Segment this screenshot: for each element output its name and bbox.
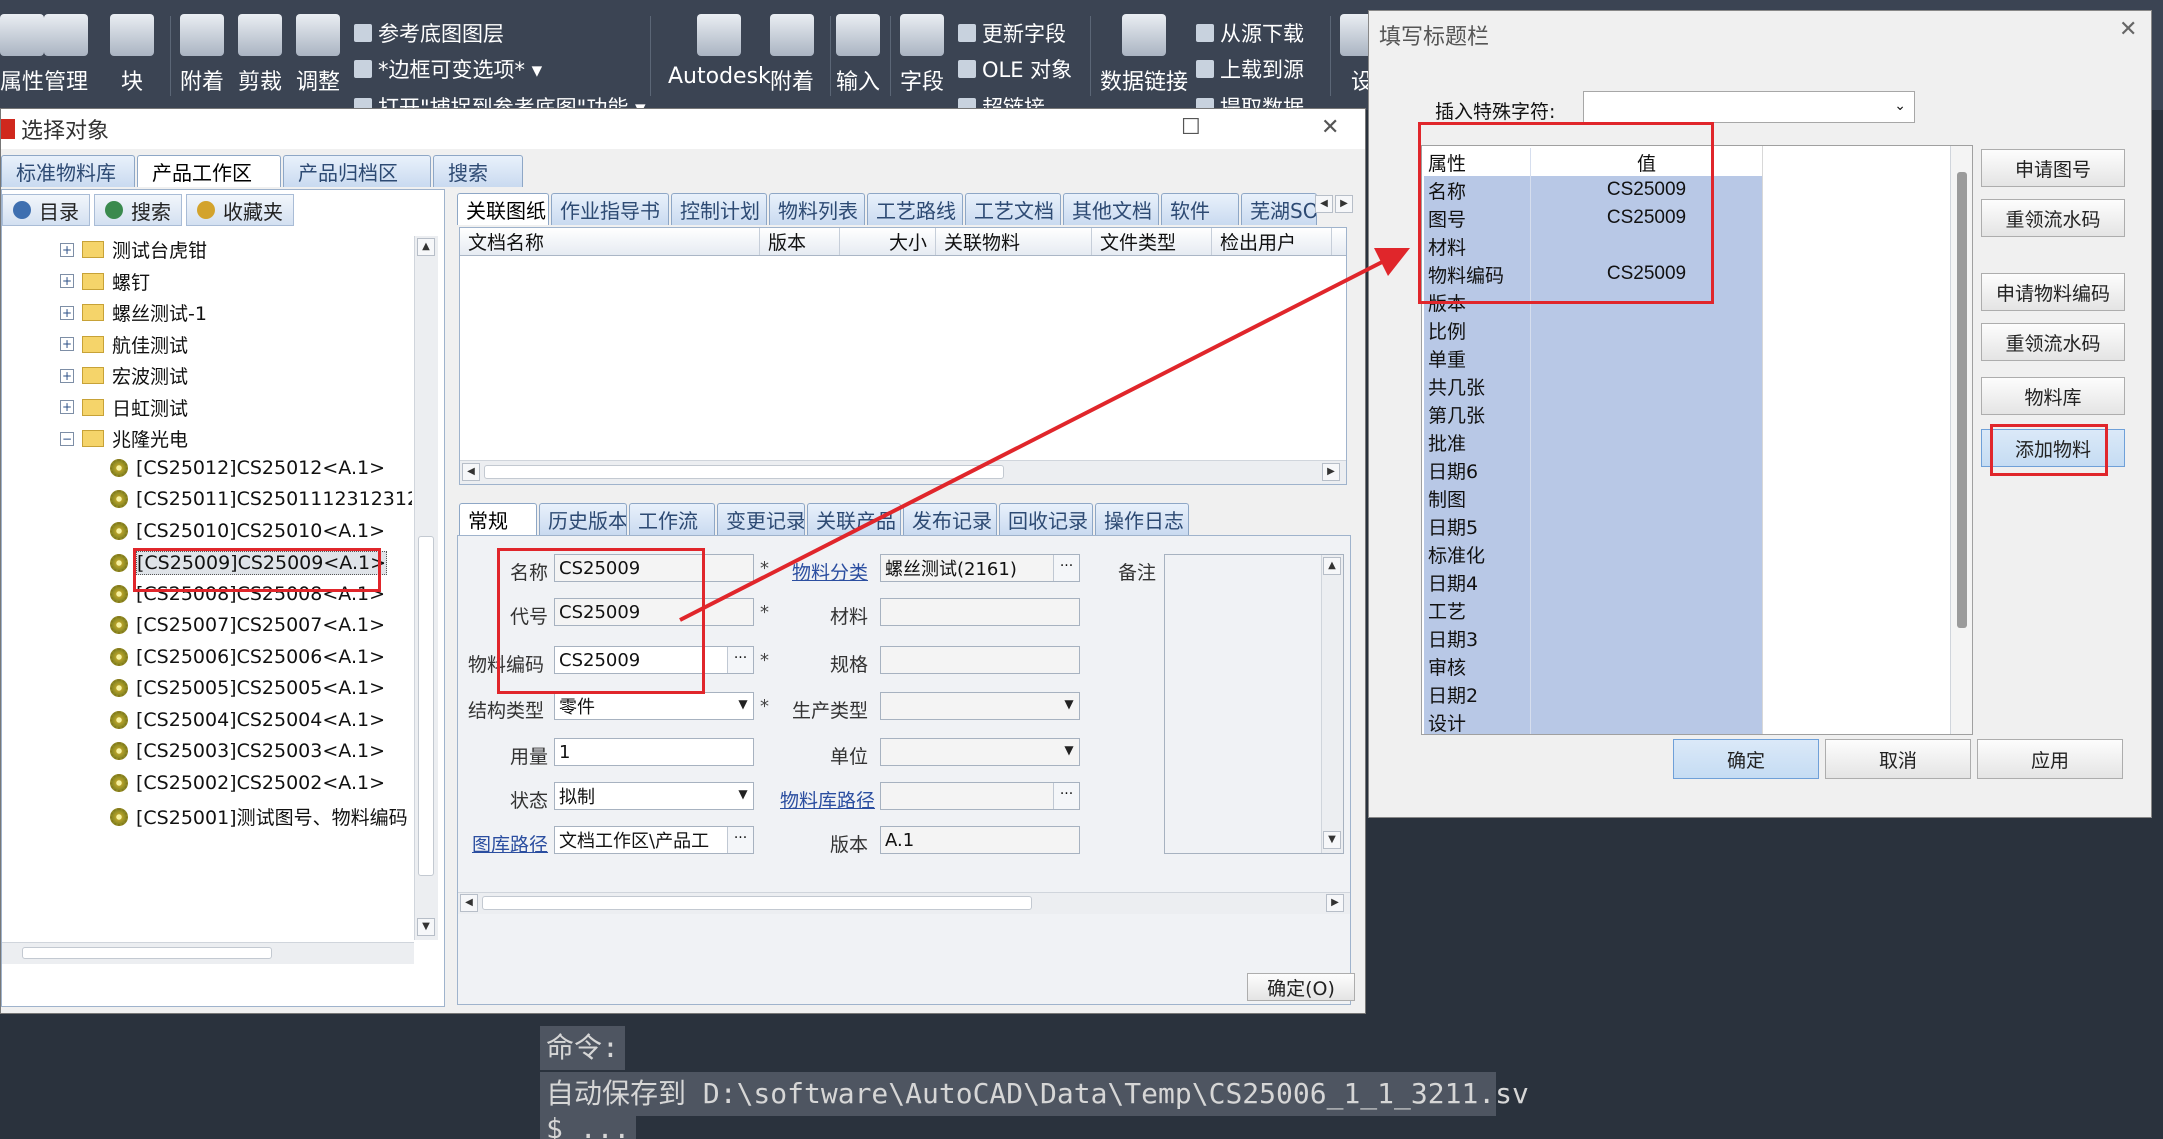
annotation-arrow-line	[679, 256, 1391, 622]
annotation-arrow	[679, 248, 1410, 622]
